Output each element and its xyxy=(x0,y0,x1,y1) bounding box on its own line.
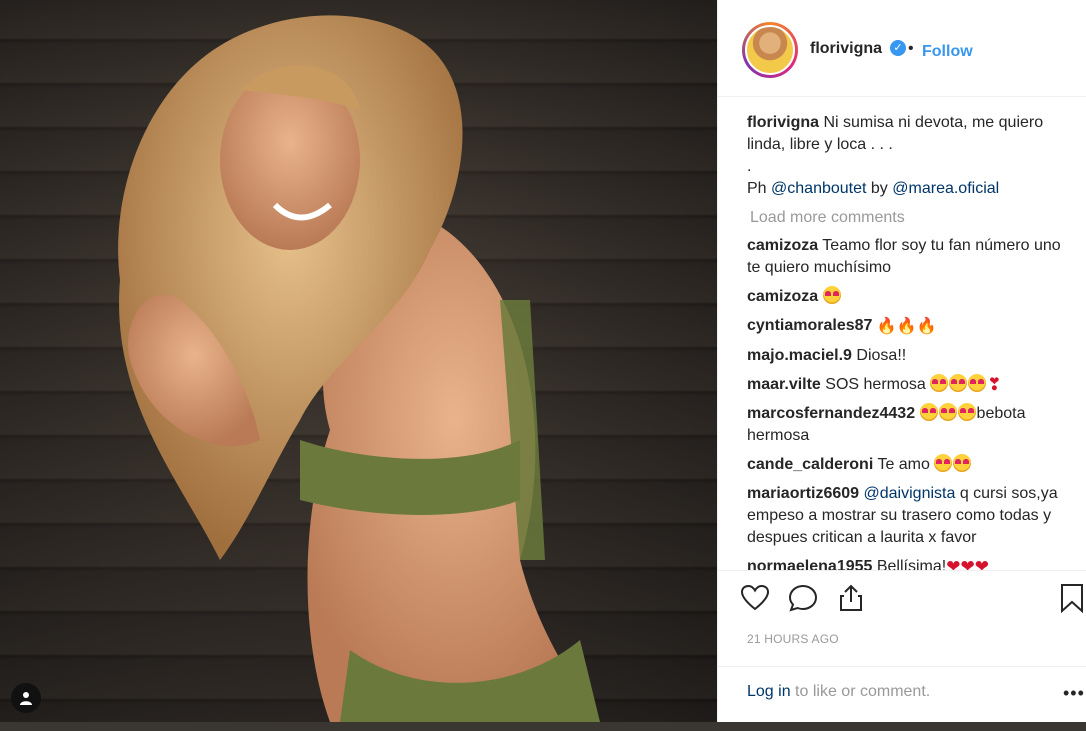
comment-username[interactable]: majo.maciel.9 xyxy=(747,347,852,364)
heart-eyes-emoji-icon xyxy=(957,403,976,421)
comment-item: marcosfernandez4432 bebota hermosa xyxy=(747,403,1077,447)
comment-item: camizoza Teamo flor soy tu fan número un… xyxy=(747,235,1077,279)
ph-prefix: Ph xyxy=(747,180,767,197)
heart-emoji-icon: ❣ xyxy=(987,375,1002,394)
follow-button[interactable]: Follow xyxy=(922,43,973,61)
caption-dot-line: . xyxy=(747,158,752,175)
comment-text: Te amo xyxy=(877,456,930,473)
comment-username[interactable]: camizoza xyxy=(747,237,818,254)
login-row: Log in to like or comment. ••• xyxy=(718,666,1086,723)
comment-item: maar.vilte SOS hermosa ❣ xyxy=(747,374,1077,396)
heart-eyes-emoji-icon xyxy=(953,454,972,472)
login-rest: to like or comment. xyxy=(795,683,931,700)
heart-eyes-emoji-icon xyxy=(822,286,841,304)
heart-eyes-emoji-icon xyxy=(930,374,949,392)
comment-username[interactable]: cyntiamorales87 xyxy=(747,317,872,334)
comment-username[interactable]: cande_calderoni xyxy=(747,456,873,473)
photo-subject xyxy=(118,15,600,722)
header-username[interactable]: florivigna xyxy=(810,40,882,58)
bookmark-icon[interactable] xyxy=(1056,582,1086,614)
comment-item: cyntiamorales87 🔥🔥🔥 xyxy=(747,315,1077,338)
comment-item: normaelena1955 Bellísima!❤❤❤ xyxy=(747,556,1077,571)
more-options-icon[interactable]: ••• xyxy=(1063,683,1085,704)
post-timestamp: 21 HOURS AGO xyxy=(747,632,839,646)
comment-text: Diosa!! xyxy=(856,347,907,364)
action-bar xyxy=(718,570,1086,630)
heart-eyes-emoji-icon xyxy=(919,403,938,421)
post-side-panel: florivigna ✓ • Follow florivigna Ni sumi… xyxy=(717,0,1086,722)
comment-item: majo.maciel.9 Diosa!! xyxy=(747,345,1077,367)
post-header: florivigna ✓ • Follow xyxy=(718,0,1086,97)
comment-item: camizoza xyxy=(747,286,1077,308)
comment-username[interactable]: mariaortiz6609 xyxy=(747,485,859,502)
post-caption: florivigna Ni sumisa ni devota, me quier… xyxy=(747,112,1077,200)
post-photo[interactable] xyxy=(0,0,717,722)
separator-dot: • xyxy=(908,40,914,57)
heart-emoji-icon: ❤❤❤ xyxy=(946,557,989,571)
heart-eyes-emoji-icon xyxy=(934,454,953,472)
comment-item: cande_calderoni Te amo xyxy=(747,454,1077,476)
comment-username[interactable]: marcosfernandez4432 xyxy=(747,405,915,422)
avatar[interactable] xyxy=(742,22,798,78)
share-icon[interactable] xyxy=(835,582,867,614)
verified-badge-icon: ✓ xyxy=(890,40,906,56)
heart-eyes-emoji-icon xyxy=(968,374,987,392)
comment-text: SOS hermosa xyxy=(825,376,926,393)
caption-username[interactable]: florivigna xyxy=(747,114,819,131)
next-post-strip xyxy=(0,722,1086,731)
by-word: by xyxy=(870,180,888,197)
comment-icon[interactable] xyxy=(787,582,819,614)
login-prompt: Log in to like or comment. xyxy=(747,683,930,701)
photographer-mention[interactable]: @chanboutet xyxy=(771,180,866,197)
user-tag-icon[interactable] xyxy=(11,683,41,713)
comment-username[interactable]: maar.vilte xyxy=(747,376,821,393)
comment-item: mariaortiz6609 @daivignista q cursi sos,… xyxy=(747,483,1077,549)
comments-list[interactable]: florivigna Ni sumisa ni devota, me quier… xyxy=(718,96,1086,571)
comment-mention[interactable]: @daivignista xyxy=(864,485,956,502)
comment-username[interactable]: camizoza xyxy=(747,288,818,305)
login-link[interactable]: Log in xyxy=(747,683,791,700)
heart-eyes-emoji-icon xyxy=(949,374,968,392)
load-more-comments-button[interactable]: Load more comments xyxy=(750,207,1077,229)
brand-mention[interactable]: @marea.oficial xyxy=(892,180,999,197)
heart-eyes-emoji-icon xyxy=(938,403,957,421)
fire-emoji-icon: 🔥🔥🔥 xyxy=(876,318,937,335)
heart-icon[interactable] xyxy=(739,582,771,614)
